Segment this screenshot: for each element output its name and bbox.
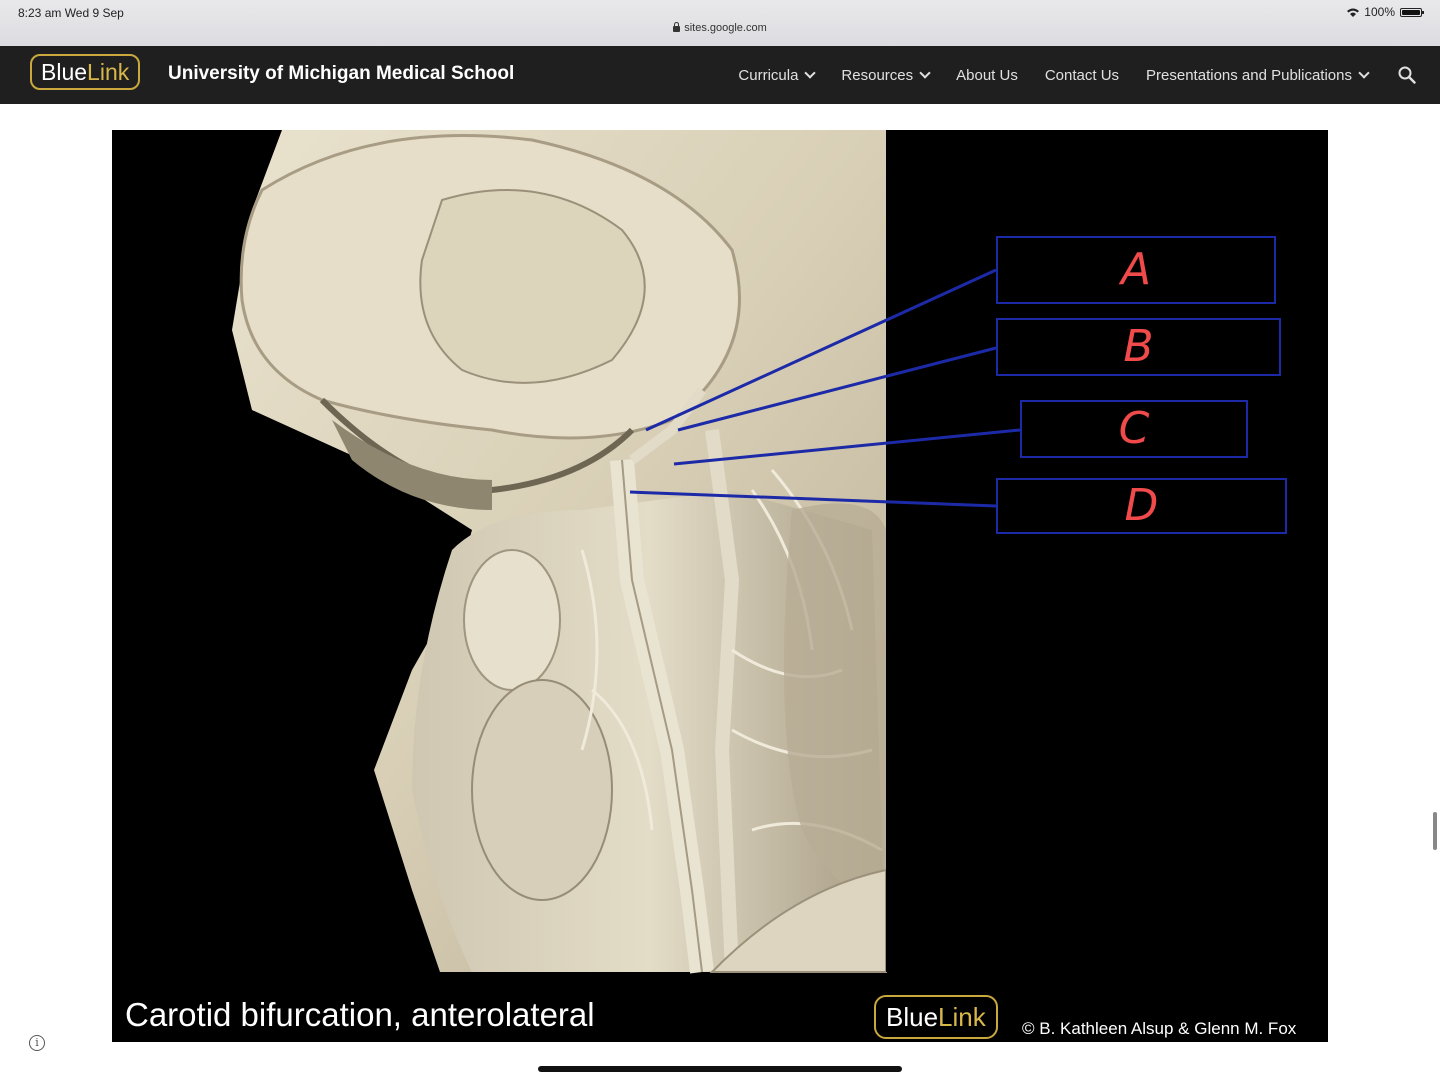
nav-item-curricula[interactable]: Curricula xyxy=(738,66,817,84)
battery-percent: 100% xyxy=(1364,5,1395,19)
anatomy-slide: A B C D Carotid bifurcation, anterolater… xyxy=(112,130,1328,1042)
search-icon[interactable] xyxy=(1398,66,1416,84)
chevron-down-icon xyxy=(919,67,931,79)
site-header: Blue Link University of Michigan Medical … xyxy=(0,46,1440,104)
nav-label: About Us xyxy=(956,66,1018,84)
lock-icon xyxy=(673,22,681,32)
nav-label: Contact Us xyxy=(1044,66,1120,84)
nav-item-about-us[interactable]: About Us xyxy=(956,67,1018,84)
label-letter: B xyxy=(1123,321,1154,372)
nav-label: Curricula xyxy=(738,66,799,84)
nav-label: Presentations and Publications xyxy=(1146,66,1352,84)
label-box-b[interactable]: B xyxy=(996,318,1281,376)
logo-text-blue: Blue xyxy=(886,1002,939,1032)
logo-text-link: Link xyxy=(87,58,130,85)
battery-icon xyxy=(1400,7,1424,17)
label-box-a[interactable]: A xyxy=(996,236,1276,304)
slide-bluelink-logo: Blue Link xyxy=(874,995,998,1039)
status-bar: 8:23 am Wed 9 Sep sites.google.com 100% xyxy=(0,0,1440,46)
home-indicator[interactable] xyxy=(538,1066,902,1072)
status-time: 8:23 am Wed 9 Sep xyxy=(18,6,124,20)
bluelink-logo[interactable]: Blue Link xyxy=(30,54,141,90)
nav-item-presentations[interactable]: Presentations and Publications xyxy=(1146,66,1370,84)
nav-item-resources[interactable]: Resources xyxy=(841,66,931,84)
label-letter: D xyxy=(1124,480,1159,531)
nav-label: Resources xyxy=(841,66,914,84)
label-letter: C xyxy=(1118,403,1150,454)
site-title[interactable]: University of Michigan Medical School xyxy=(168,63,514,85)
chevron-down-icon xyxy=(804,67,817,79)
info-icon[interactable]: i xyxy=(29,1035,45,1051)
label-letter: A xyxy=(1120,244,1152,295)
nav-item-contact-us[interactable]: Contact Us xyxy=(1045,67,1119,84)
address-bar[interactable]: sites.google.com xyxy=(0,22,1440,34)
logo-text-blue: Blue xyxy=(41,58,88,85)
wifi-icon xyxy=(1347,8,1360,17)
copyright-text: © B. Kathleen Alsup & Glenn M. Fox xyxy=(1022,1019,1297,1038)
logo-text-link: Link xyxy=(938,1002,986,1032)
label-box-c[interactable]: C xyxy=(1020,400,1248,458)
slide-caption: Carotid bifurcation, anterolateral xyxy=(125,996,595,1033)
label-box-d[interactable]: D xyxy=(996,478,1287,534)
chevron-down-icon xyxy=(1358,67,1370,79)
status-indicators: 100% xyxy=(1347,5,1424,19)
scrollbar[interactable] xyxy=(1433,812,1437,850)
main-nav: Curricula Resources About Us Contact Us … xyxy=(711,46,1416,104)
url-text: sites.google.com xyxy=(684,22,767,34)
